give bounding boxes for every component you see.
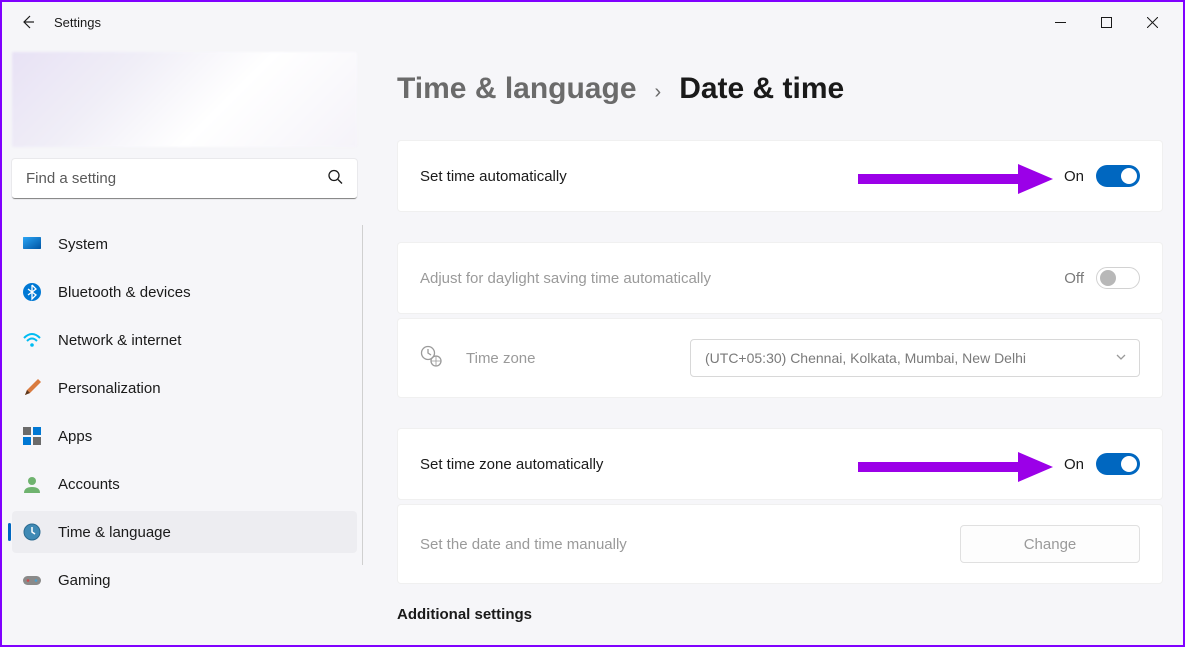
apps-icon xyxy=(22,426,42,446)
nav-list: System Bluetooth & devices Network & int… xyxy=(12,223,357,607)
sidebar-item-gaming[interactable]: Gaming xyxy=(12,559,357,601)
breadcrumb: Time & language › Date & time xyxy=(397,72,1163,106)
setting-label: Set time zone automatically xyxy=(420,456,603,473)
sidebar-item-accounts[interactable]: Accounts xyxy=(12,463,357,505)
globe-clock-icon xyxy=(420,345,442,372)
titlebar: Settings xyxy=(2,2,1183,42)
toggle-state-text: On xyxy=(1064,168,1084,185)
nav-label: Accounts xyxy=(58,476,120,493)
button-label: Change xyxy=(1024,536,1077,553)
bluetooth-icon xyxy=(22,282,42,302)
sidebar-item-apps[interactable]: Apps xyxy=(12,415,357,457)
window-controls xyxy=(1037,6,1175,38)
timezone-value: (UTC+05:30) Chennai, Kolkata, Mumbai, Ne… xyxy=(705,350,1026,366)
toggle-dst xyxy=(1096,267,1140,289)
toggle-set-time-auto[interactable] xyxy=(1096,165,1140,187)
sidebar: System Bluetooth & devices Network & int… xyxy=(2,42,367,645)
nav-label: Apps xyxy=(58,428,92,445)
maximize-icon xyxy=(1101,17,1112,28)
minimize-button[interactable] xyxy=(1037,6,1083,38)
nav-label: Bluetooth & devices xyxy=(58,284,191,301)
setting-label: Set the date and time manually xyxy=(420,536,627,553)
setting-set-time-auto: Set time automatically On xyxy=(397,140,1163,212)
nav-label: Gaming xyxy=(58,572,111,589)
arrow-left-icon xyxy=(20,14,36,30)
sidebar-item-network[interactable]: Network & internet xyxy=(12,319,357,361)
nav-label: Personalization xyxy=(58,380,161,397)
nav-divider xyxy=(362,225,363,565)
sidebar-item-personalization[interactable]: Personalization xyxy=(12,367,357,409)
nav-label: Time & language xyxy=(58,524,171,541)
main-content: Time & language › Date & time Set time a… xyxy=(367,42,1183,645)
sidebar-item-system[interactable]: System xyxy=(12,223,357,265)
search-box xyxy=(12,159,357,199)
toggle-set-tz-auto[interactable] xyxy=(1096,453,1140,475)
search-input[interactable] xyxy=(12,159,357,199)
close-button[interactable] xyxy=(1129,6,1175,38)
search-icon xyxy=(327,169,343,190)
chevron-right-icon: › xyxy=(655,81,662,104)
page-title: Date & time xyxy=(679,72,844,106)
annotation-arrow-icon xyxy=(858,447,1058,487)
toggle-state-text: Off xyxy=(1064,270,1084,287)
clock-globe-icon xyxy=(22,522,42,542)
toggle-state-text: On xyxy=(1064,456,1084,473)
back-button[interactable] xyxy=(10,4,46,40)
system-icon xyxy=(22,234,42,254)
setting-set-tz-auto: Set time zone automatically On xyxy=(397,428,1163,500)
close-icon xyxy=(1147,17,1158,28)
wifi-icon xyxy=(22,330,42,350)
maximize-button[interactable] xyxy=(1083,6,1129,38)
app-title: Settings xyxy=(54,15,101,30)
chevron-down-icon xyxy=(1115,350,1127,366)
gamepad-icon xyxy=(22,570,42,590)
breadcrumb-parent[interactable]: Time & language xyxy=(397,72,637,106)
sidebar-item-time-language[interactable]: Time & language xyxy=(12,511,357,553)
annotation-arrow-icon xyxy=(858,159,1058,199)
minimize-icon xyxy=(1055,17,1066,28)
change-button[interactable]: Change xyxy=(960,525,1140,563)
setting-label: Set time automatically xyxy=(420,168,567,185)
setting-dst: Adjust for daylight saving time automati… xyxy=(397,242,1163,314)
sidebar-item-bluetooth[interactable]: Bluetooth & devices xyxy=(12,271,357,313)
setting-manual-time: Set the date and time manually Change xyxy=(397,504,1163,584)
person-icon xyxy=(22,474,42,494)
nav-label: Network & internet xyxy=(58,332,181,349)
brush-icon xyxy=(22,378,42,398)
section-heading: Additional settings xyxy=(397,606,1163,623)
timezone-select[interactable]: (UTC+05:30) Chennai, Kolkata, Mumbai, Ne… xyxy=(690,339,1140,377)
setting-label: Adjust for daylight saving time automati… xyxy=(420,270,711,287)
setting-timezone: Time zone (UTC+05:30) Chennai, Kolkata, … xyxy=(397,318,1163,398)
profile-card[interactable] xyxy=(12,52,357,147)
nav-label: System xyxy=(58,236,108,253)
setting-label: Time zone xyxy=(466,350,535,367)
